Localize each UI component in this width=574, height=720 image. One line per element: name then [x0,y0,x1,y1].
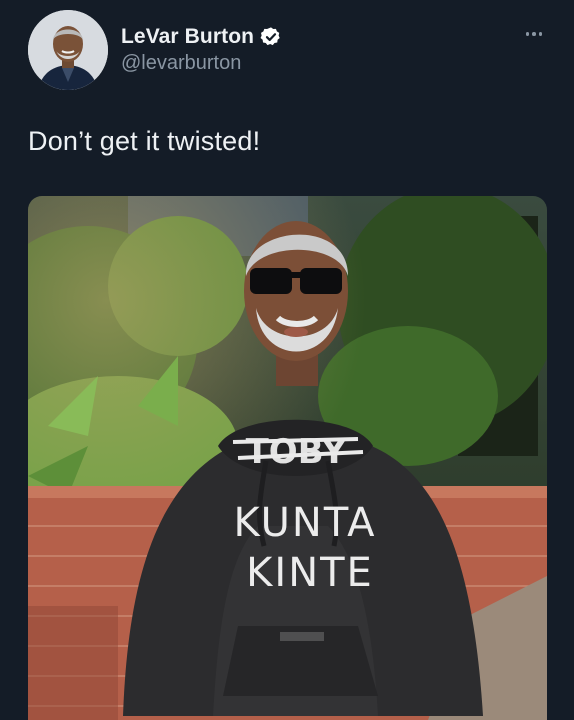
tweet-card: LeVar Burton @levarburton Don’t get it t… [0,0,574,720]
author-display-name[interactable]: LeVar Burton [121,25,254,49]
hoodie-text-line1: KUNTA [233,500,376,546]
photo-man-in-hoodie: TOBY KUNTA KINTE [28,196,547,720]
author-avatar[interactable] [28,10,108,90]
more-options-button[interactable] [520,24,548,44]
more-dots-icon [525,32,530,36]
author-name-row: LeVar Burton [121,23,282,51]
tweet-text: Don’t get it twisted! [28,126,261,156]
hoodie-text-line2: KINTE [246,550,374,596]
avatar-photo-icon [28,10,108,90]
verified-badge-icon [260,26,282,48]
tweet-media-photo[interactable]: TOBY KUNTA KINTE [28,196,547,720]
author-handle[interactable]: @levarburton [121,52,241,75]
